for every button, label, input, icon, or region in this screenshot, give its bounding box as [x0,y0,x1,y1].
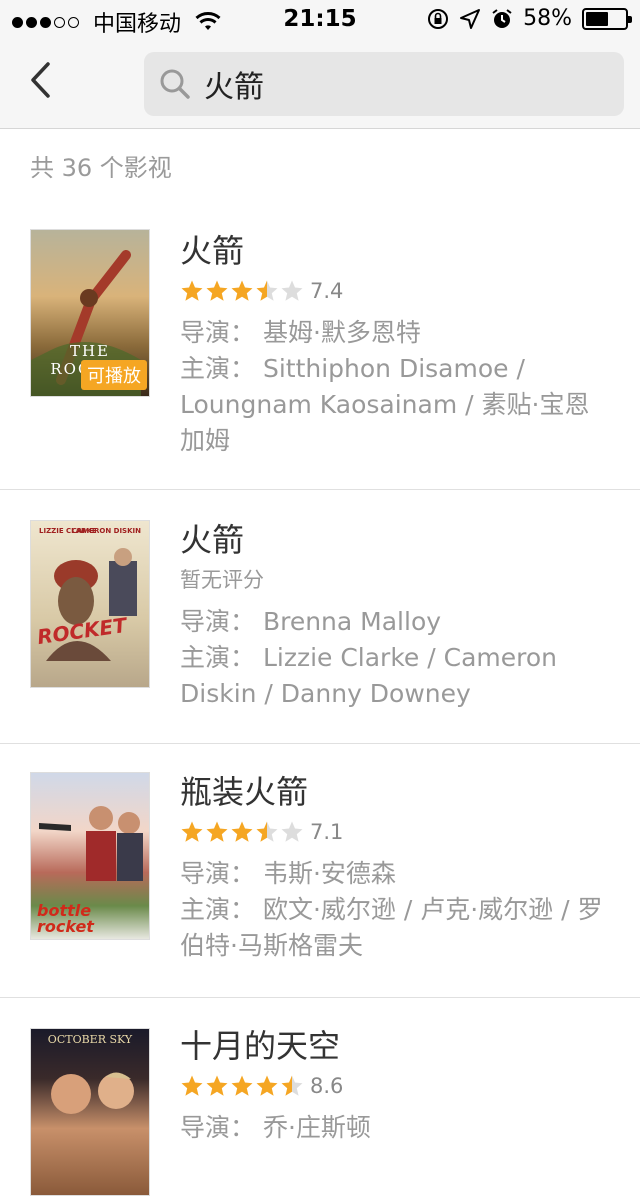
movie-title: 瓶装火箭 [180,773,309,811]
rating-value: 8.6 [310,1074,344,1098]
list-item[interactable]: OCTOBER SKY 十月的天空 8.6 导演： 乔·庄斯顿 [0,998,640,1198]
result-count: 共 36 个影视 [30,154,172,182]
list-item[interactable]: LIZZIE CLARKE CAMERON DISKIN ROCKET 火箭 暂… [0,490,640,744]
rating-row: 7.4 [180,271,610,311]
star-icon [256,280,278,301]
star-icon [281,280,303,301]
back-button[interactable] [22,58,58,102]
chevron-left-icon [31,62,50,98]
star-rating [180,1074,304,1098]
star-icon [281,1075,303,1096]
star-icon [231,821,253,842]
rating-row: 8.6 [180,1066,610,1106]
movie-title: 十月的天空 [180,1027,341,1065]
list-item[interactable]: THE ROCKET 可播放 火箭 7.4 导演： 基姆·默多恩特 主演： Si… [0,205,640,490]
star-icon [231,1075,253,1096]
rotation-lock-icon [428,8,449,29]
star-rating [180,820,304,844]
star-icon [231,280,253,301]
poster-image: THE ROCKET 可播放 [30,229,150,397]
cast-line: 主演： Sitthiphon Disamoe / Loungnam Kaosai… [180,354,590,455]
nav-bar: 火箭 [0,40,640,129]
poster-title: bottle rocket [37,901,94,936]
search-query: 火箭 [204,70,264,105]
list-item[interactable]: bottle rocket 瓶装火箭 7.1 导演： 韦斯·安德森 主演： 欧文… [0,744,640,998]
location-icon [460,8,481,29]
search-input[interactable]: 火箭 [144,52,624,116]
movie-title: 火箭 [180,521,245,559]
poster-name-2: CAMERON DISKIN [71,527,141,535]
status-bar: 中国移动 21:15 58% [0,0,640,40]
star-icon [256,821,278,842]
director-line: 导演： 乔·庄斯顿 [180,1113,371,1142]
poster-image: bottle rocket [30,772,150,940]
director-line: 导演： 韦斯·安德森 [180,859,396,888]
battery-icon [582,7,632,30]
star-icon [206,1075,228,1096]
poster-image: LIZZIE CLARKE CAMERON DISKIN ROCKET [30,520,150,688]
no-rating-label: 暂无评分 [180,568,264,592]
star-icon [281,821,303,842]
battery-percent: 58% [523,6,572,31]
rating-value: 7.1 [310,820,344,844]
rating-value: 7.4 [310,279,344,303]
cast-line: 主演： Lizzie Clarke / Cameron Diskin / Dan… [180,643,558,708]
poster-title: OCTOBER SKY [47,1033,133,1046]
cast-line: 主演： 欧文·威尔逊 / 卢克·威尔逊 / 罗伯特·马斯格雷夫 [180,895,603,960]
playable-badge: 可播放 [81,360,147,390]
alarm-icon [492,8,512,28]
movie-title: 火箭 [180,232,245,270]
search-icon [160,69,190,99]
director-line: 导演： Brenna Malloy [180,607,442,636]
poster-image: OCTOBER SKY [30,1028,150,1196]
star-icon [181,1075,203,1096]
rating-row: 7.1 [180,812,610,852]
star-rating [180,279,304,303]
star-icon [206,280,228,301]
star-icon [181,280,203,301]
star-icon [256,1075,278,1096]
star-icon [206,821,228,842]
director-line: 导演： 基姆·默多恩特 [180,318,421,347]
star-icon [181,821,203,842]
